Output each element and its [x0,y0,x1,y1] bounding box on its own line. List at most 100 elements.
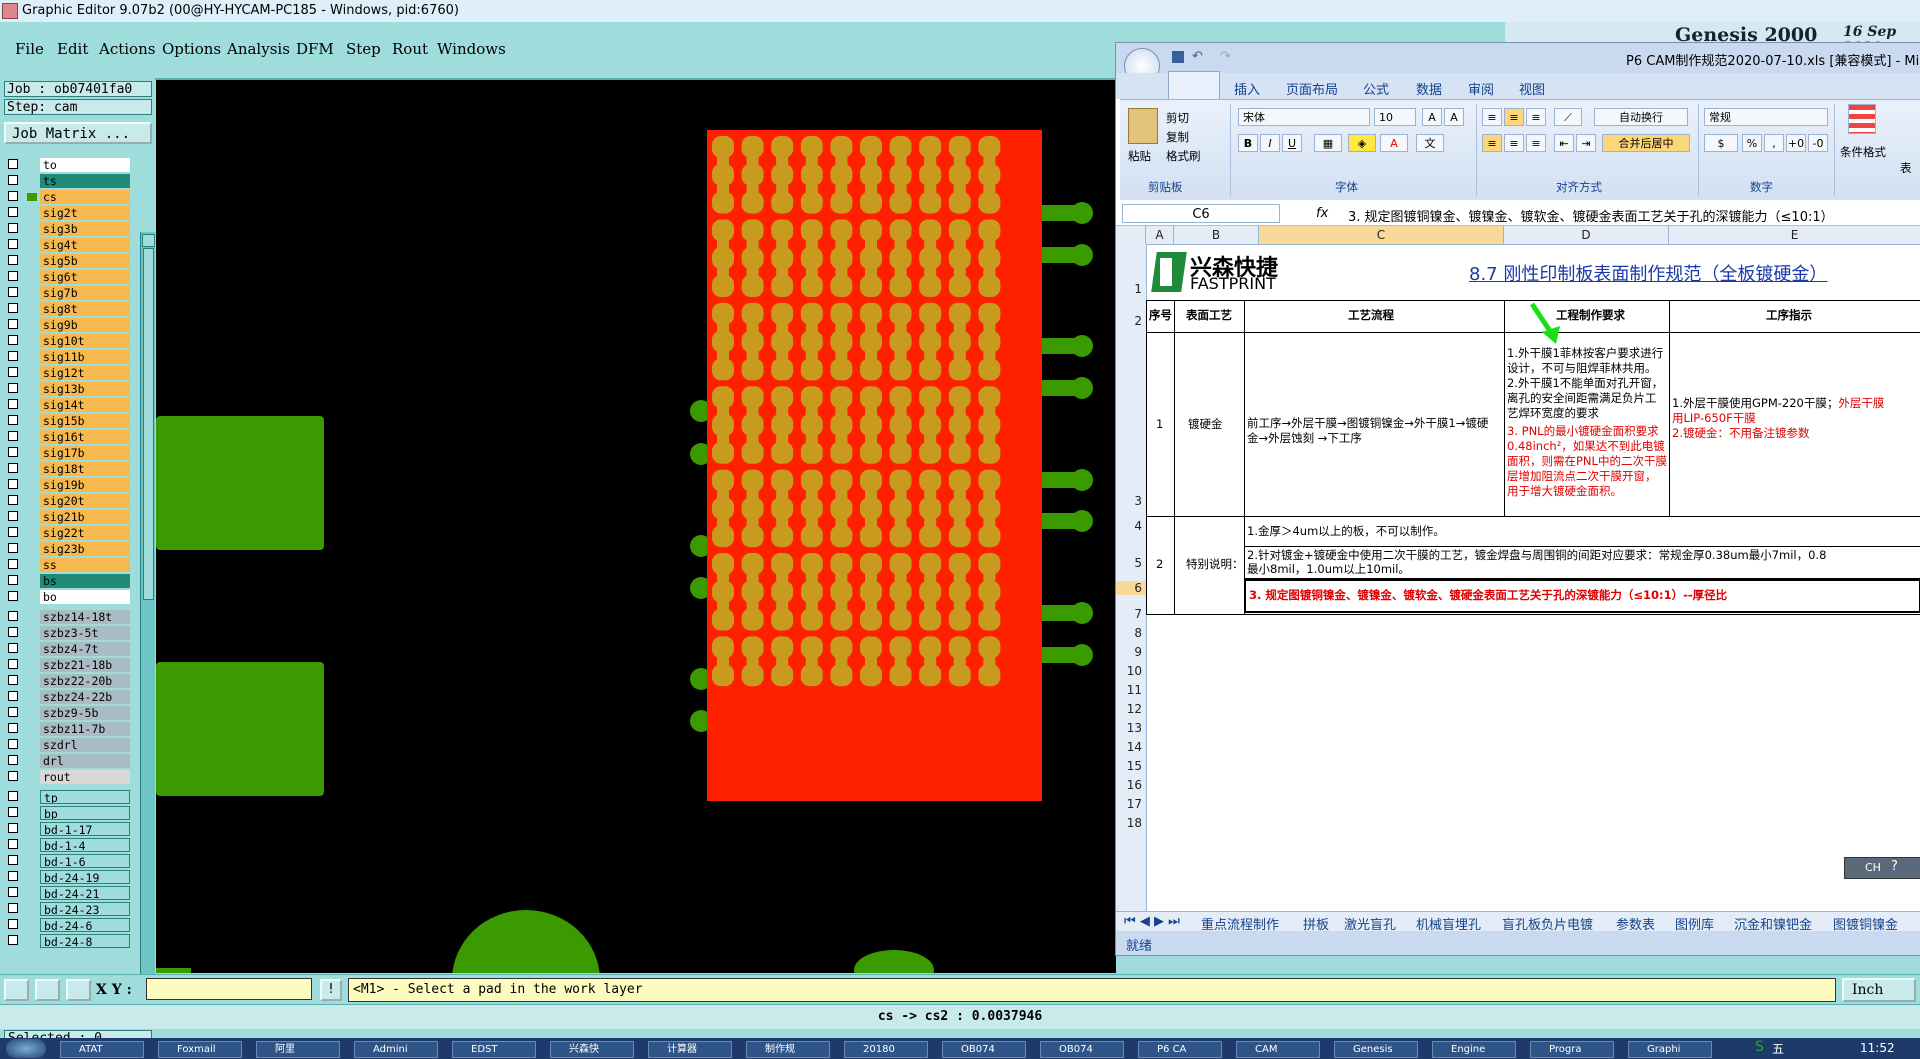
layer-checkbox[interactable] [8,807,18,817]
layer-checkbox[interactable] [8,255,18,265]
underline-button[interactable]: U [1282,134,1302,152]
layer-checkbox[interactable] [8,919,18,929]
bga-pad[interactable] [978,275,1001,297]
align-bottom-button[interactable]: ≡ [1526,108,1546,126]
percent-button[interactable]: % [1742,134,1762,152]
align-center-button[interactable]: ≡ [1504,134,1524,152]
bga-pad[interactable] [860,664,882,687]
bga-pad[interactable] [712,608,734,631]
layer-row-sig3b[interactable]: sig3b [8,222,130,236]
layer-row-sig4t[interactable]: sig4t [8,238,130,252]
bga-pad[interactable] [771,275,794,297]
bga-pad[interactable] [978,664,1001,687]
bga-pad[interactable] [948,275,971,297]
layer-row-sig23b[interactable]: sig23b [8,542,130,556]
taskbar-item[interactable]: OB074 [942,1041,1026,1058]
layer-checkbox[interactable] [8,319,18,329]
row-7[interactable]: 7 [1116,607,1146,621]
layer-checkbox[interactable] [8,591,18,601]
layer-row-sig10t[interactable]: sig10t [8,334,130,348]
scroll-thumb[interactable] [143,248,154,600]
layer-row-ss[interactable]: ss [8,558,130,572]
layer-checkbox[interactable] [8,399,18,409]
bga-pad[interactable] [860,358,882,381]
bga-pad[interactable] [919,525,942,548]
select-all-corner[interactable] [1116,226,1146,244]
layer-checkbox[interactable] [8,691,18,701]
taskbar-item[interactable]: Admini [354,1041,438,1058]
row-10[interactable]: 10 [1116,664,1146,678]
layer-row-szbz21-18b[interactable]: szbz21-18b [8,658,130,672]
fx-icon[interactable]: fx [1316,206,1328,221]
bga-pad[interactable] [800,358,823,381]
layer-row-szbz4-7t[interactable]: szbz4-7t [8,642,130,656]
bga-pad[interactable] [771,441,794,464]
layer-row-sig19b[interactable]: sig19b [8,478,130,492]
layer-row-szbz11-7b[interactable]: szbz11-7b [8,722,130,736]
bga-pad[interactable] [978,358,1001,381]
paste-label[interactable]: 粘贴 [1128,148,1151,164]
layer-checkbox[interactable] [8,771,18,781]
layer-checkbox[interactable] [8,191,18,201]
tab-data[interactable]: 数据 [1416,79,1442,98]
bga-pad[interactable] [800,191,823,214]
layer-row-bd-24-21[interactable]: bd-24-21 [8,886,130,900]
row-17[interactable]: 17 [1116,797,1146,811]
row-13[interactable]: 13 [1116,721,1146,735]
layer-row-bd-24-23[interactable]: bd-24-23 [8,902,130,916]
ime-toolbar[interactable]: CH ? [1844,857,1920,879]
layer-row-sig15b[interactable]: sig15b [8,414,130,428]
layer-row-bs[interactable]: bs [8,574,130,588]
graphic-canvas[interactable] [156,80,1116,973]
row-11[interactable]: 11 [1116,683,1146,697]
taskbar-item[interactable]: CAM [1236,1041,1320,1058]
layer-checkbox[interactable] [8,739,18,749]
layer-checkbox[interactable] [8,175,18,185]
layer-checkbox[interactable] [8,415,18,425]
col-d[interactable]: D [1504,226,1669,244]
layer-checkbox[interactable] [8,511,18,521]
menu-step[interactable]: Step [346,40,381,58]
row-1[interactable]: 1 [1116,282,1146,296]
tab-insert[interactable]: 插入 [1234,79,1260,98]
tab-view[interactable]: 视图 [1519,79,1545,98]
bga-pad[interactable] [712,525,734,548]
accounting-format-button[interactable]: $ [1704,134,1738,152]
layer-checkbox[interactable] [8,223,18,233]
bga-pad[interactable] [741,275,764,297]
layer-checkbox[interactable] [8,367,18,377]
bga-pad[interactable] [919,191,942,214]
bga-pad[interactable] [771,608,794,631]
copy-button[interactable]: 复制 [1166,129,1189,145]
bga-pad[interactable] [948,608,971,631]
format-painter-button[interactable]: 格式刷 [1166,148,1201,164]
row-4[interactable]: 4 [1116,519,1146,533]
orientation-button[interactable]: ⟋ [1554,108,1582,126]
font-color-button[interactable]: A [1380,134,1408,152]
tab-formulas[interactable]: 公式 [1363,79,1389,98]
align-middle-button[interactable]: ≡ [1504,108,1524,126]
menu-rout[interactable]: Rout [392,40,428,58]
layer-checkbox[interactable] [8,303,18,313]
layer-checkbox[interactable] [8,207,18,217]
taskbar-item[interactable]: Engine [1432,1041,1516,1058]
row-5[interactable]: 5 [1116,556,1146,570]
bga-pad[interactable] [889,525,912,548]
menu-analysis[interactable]: Analysis [227,40,290,58]
taskbar-item[interactable]: EDST [452,1041,536,1058]
bga-pad[interactable] [741,608,764,631]
bga-pad[interactable] [771,525,794,548]
row-6[interactable]: 6 [1116,581,1146,595]
bga-pad[interactable] [800,525,823,548]
redo-icon[interactable]: ↷ [1220,49,1231,64]
layer-row-sig6t[interactable]: sig6t [8,270,130,284]
layer-checkbox[interactable] [8,871,18,881]
menu-dfm[interactable]: DFM [296,40,334,58]
layer-checkbox[interactable] [8,527,18,537]
layer-checkbox[interactable] [8,723,18,733]
layer-row-sig2t[interactable]: sig2t [8,206,130,220]
bga-pad[interactable] [889,191,912,214]
bga-pad[interactable] [830,358,853,381]
bga-pad[interactable] [830,275,853,297]
row-16[interactable]: 16 [1116,778,1146,792]
